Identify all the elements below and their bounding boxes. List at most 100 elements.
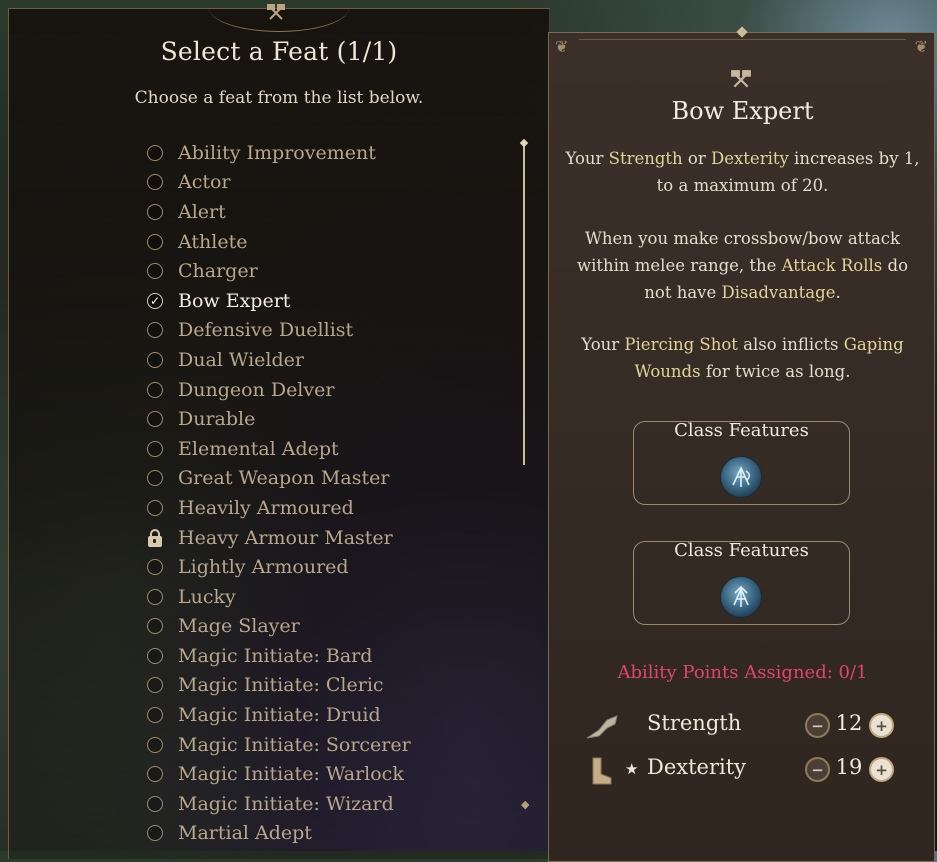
ranger-class-icon[interactable] [720,456,762,498]
feat-description-3: Your Piercing Shot also inflicts Gaping … [581,335,904,381]
feat-label: Magic Initiate: Wizard [178,792,394,815]
feat-option[interactable]: Martial Adept [147,819,517,849]
feat-option[interactable]: Magic Initiate: Druid [147,700,517,730]
scroll-down-icon[interactable]: ◆ [521,798,529,811]
decrease-strength-button[interactable]: − [805,713,830,738]
class-features-label: Class Features [674,420,809,441]
feat-option[interactable]: Defensive Duellist [147,316,517,346]
dexterity-boot-icon [585,756,621,786]
page-title: Select a Feat (1/1) [160,37,398,66]
ranger-class-icon[interactable] [720,576,762,618]
feat-description-2: When you make crossbow/bow attack within… [576,229,909,302]
radio-button[interactable] [147,233,163,250]
feat-option[interactable]: Dual Wielder [147,345,517,375]
feat-option[interactable]: Alert [147,197,517,227]
radio-button[interactable] [147,499,163,516]
corner-ornament-icon: ❦ [555,37,569,56]
feat-option[interactable]: Magic Initiate: Wizard [147,789,517,819]
feat-label: Lucky [178,585,236,608]
feat-label: Lightly Armoured [178,556,349,579]
feat-option[interactable]: ✓ Bow Expert [147,286,517,316]
feat-label: Bow Expert [178,289,291,312]
feat-detail-panel: ❦ ❦ Bow Expert Your Strength or Dexterit… [548,26,935,862]
feat-label: Magic Initiate: Warlock [178,763,404,786]
radio-button[interactable] [147,322,163,339]
feat-label: Magic Initiate: Bard [178,644,373,667]
radio-button[interactable] [147,440,163,457]
keyword-link[interactable]: Piercing Shot [624,335,737,354]
feat-label: Durable [178,408,256,431]
feat-option[interactable]: Charger [147,256,517,286]
feat-label: Dungeon Delver [178,378,335,401]
feat-option[interactable]: Dungeon Delver [147,375,517,405]
radio-button[interactable] [147,351,163,368]
feat-label: Martial Adept [178,822,312,845]
feat-option[interactable]: Great Weapon Master [147,464,517,494]
radio-button[interactable] [147,411,163,428]
radio-button[interactable] [147,825,163,842]
feat-label: Athlete [178,230,248,253]
feat-label: Dual Wielder [178,348,304,371]
radio-button[interactable] [147,203,163,220]
ability-value: 19 [835,755,863,779]
strength-arm-icon [585,712,621,742]
feat-list-scrollbar[interactable] [519,138,529,465]
feat-option[interactable]: Elemental Adept [147,434,517,464]
radio-button[interactable] [147,707,163,724]
class-features-box: Class Features [633,540,850,625]
decrease-dexterity-button[interactable]: − [805,757,830,782]
radio-button[interactable] [147,144,163,161]
feat-label: Elemental Adept [178,437,339,460]
panel-gem-icon [736,26,748,38]
keyword-link[interactable]: Disadvantage [722,283,836,302]
feat-label: Great Weapon Master [178,467,390,490]
feat-option[interactable]: Durable [147,404,517,434]
radio-button[interactable] [147,263,163,280]
ability-points-assigned: Ability Points Assigned: 0/1 [617,662,868,683]
divider [579,39,906,40]
radio-button[interactable] [147,174,163,191]
radio-button[interactable] [147,588,163,605]
feat-option[interactable]: Actor [147,168,517,198]
keyword-link[interactable]: Attack Rolls [782,256,883,275]
increase-strength-button[interactable]: + [869,713,894,738]
feat-option[interactable]: Lightly Armoured [147,552,517,582]
feat-detail-title: Bow Expert [671,97,814,125]
feat-description-1: Your Strength or Dexterity increases by … [565,149,920,195]
keyword-link[interactable]: Strength [609,149,683,168]
feat-option[interactable]: Magic Initiate: Cleric [147,671,517,701]
crossed-hammers-icon [256,3,296,31]
class-features-label: Class Features [674,540,809,561]
radio-button[interactable] [147,559,163,576]
feat-option[interactable]: Heavily Armoured [147,493,517,523]
radio-button[interactable] [147,736,163,753]
feat-option[interactable]: Ability Improvement [147,138,517,168]
keyword-link[interactable]: Dexterity [711,149,789,168]
feat-option[interactable]: Mage Slayer [147,612,517,642]
radio-button[interactable] [147,647,163,664]
radio-button[interactable] [147,677,163,694]
radio-button[interactable] [147,381,163,398]
corner-ornament-icon: ❦ [914,37,928,56]
radio-button[interactable] [147,618,163,635]
feat-label: Charger [178,260,258,283]
feat-option[interactable]: Magic Initiate: Warlock [147,759,517,789]
feat-option[interactable]: Magic Initiate: Sorcerer [147,730,517,760]
feat-label: Actor [178,171,231,194]
scroll-up-icon[interactable] [519,138,529,148]
scrollbar-thumb[interactable] [523,146,525,465]
crossed-hammers-icon [730,69,752,96]
feat-list-panel: Select a Feat (1/1) Choose a feat from t… [8,4,550,859]
ability-value: 12 [835,711,863,735]
feat-option[interactable]: Heavy Armour Master [147,523,517,553]
radio-checked-icon[interactable]: ✓ [147,292,163,309]
radio-button[interactable] [147,766,163,783]
ability-row-strength: Strength − 12 + [585,710,915,744]
increase-dexterity-button[interactable]: + [869,757,894,782]
feat-option[interactable]: Magic Initiate: Bard [147,641,517,671]
radio-button[interactable] [147,795,163,812]
feat-option[interactable]: Lucky [147,582,517,612]
radio-button[interactable] [147,470,163,487]
feat-label: Alert [178,200,226,223]
feat-option[interactable]: Athlete [147,227,517,257]
